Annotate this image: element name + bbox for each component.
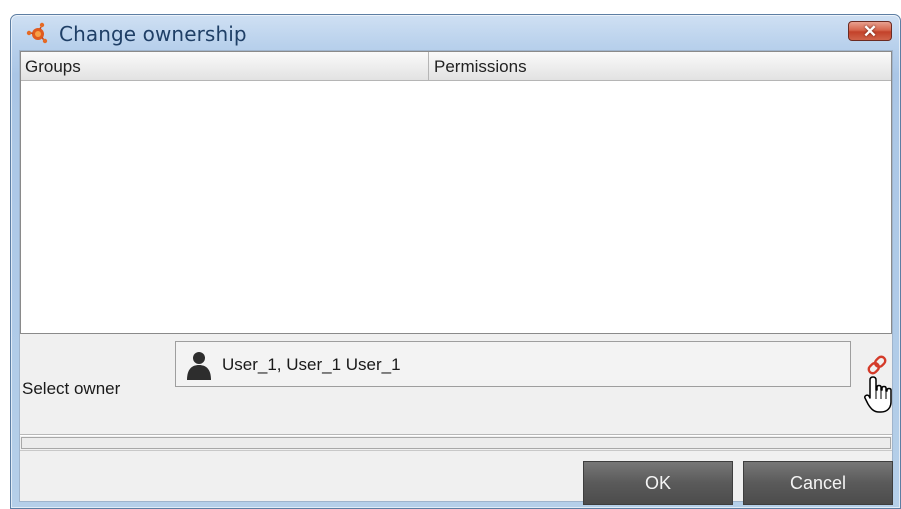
app-icon xyxy=(26,22,48,44)
dialog-body: Groups Permissions Select owner User_1, … xyxy=(19,50,893,505)
table-header: Groups Permissions xyxy=(21,52,891,81)
owner-field[interactable]: User_1, User_1 User_1 xyxy=(175,341,851,387)
separator xyxy=(20,434,892,436)
dialog-title: Change ownership xyxy=(59,22,247,46)
dialog-window: Change ownership ✕ Groups Permissions Se… xyxy=(10,14,901,509)
column-header-permissions[interactable]: Permissions xyxy=(429,52,891,80)
hand-cursor-icon xyxy=(864,376,892,413)
cancel-button[interactable]: Cancel xyxy=(743,461,893,505)
close-button[interactable]: ✕ xyxy=(848,21,892,41)
progress-bar xyxy=(21,437,891,449)
separator xyxy=(20,450,892,451)
link-icon[interactable] xyxy=(866,354,888,376)
close-icon: ✕ xyxy=(862,21,878,41)
select-owner-label: Select owner xyxy=(22,379,121,398)
user-icon xyxy=(187,352,211,380)
ok-button[interactable]: OK xyxy=(583,461,733,505)
title-bar[interactable]: Change ownership ✕ xyxy=(11,15,900,49)
column-header-groups[interactable]: Groups xyxy=(21,52,429,80)
groups-permissions-table[interactable]: Groups Permissions xyxy=(20,51,892,334)
owner-value: User_1, User_1 User_1 xyxy=(222,355,401,374)
